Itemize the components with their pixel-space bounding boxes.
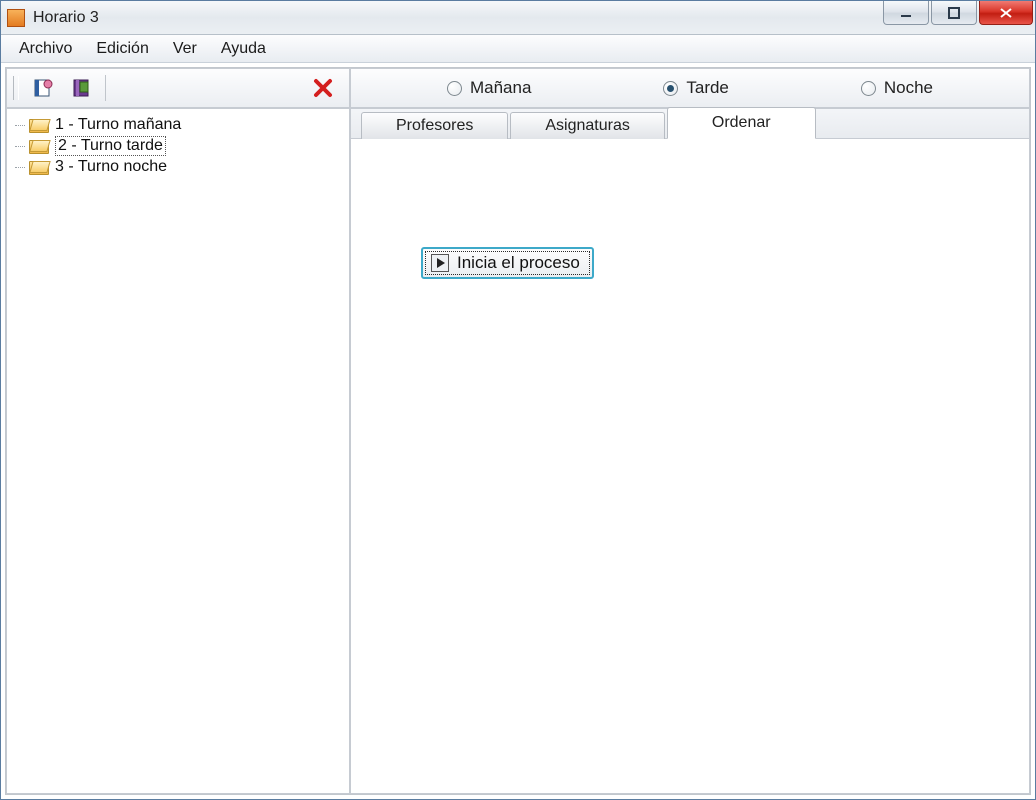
maximize-button[interactable] <box>931 1 977 25</box>
radio-dot-afternoon <box>663 81 678 96</box>
app-icon <box>7 9 25 27</box>
tree-item-3[interactable]: 3 - Turno noche <box>11 157 345 177</box>
body-row: 1 - Turno mañana 2 - Turno tarde 3 - Tur… <box>6 108 1030 794</box>
shift-radio-group: Mañana Tarde Noche <box>350 68 1030 108</box>
tab-order[interactable]: Ordenar <box>667 107 816 139</box>
tree-item-label: 3 - Turno noche <box>55 158 167 176</box>
maximize-icon <box>948 7 960 19</box>
radio-dot-night <box>861 81 876 96</box>
tree-item-1[interactable]: 1 - Turno mañana <box>11 115 345 135</box>
play-icon <box>431 254 449 272</box>
notebook-icon <box>33 77 55 99</box>
menubar: Archivo Edición Ver Ayuda <box>1 35 1035 63</box>
left-toolbar <box>6 68 350 108</box>
close-button[interactable] <box>979 1 1033 25</box>
close-icon <box>999 7 1013 19</box>
book-icon <box>71 77 93 99</box>
radio-afternoon-label: Tarde <box>686 78 729 98</box>
radio-dot-morning <box>447 81 462 96</box>
x-icon <box>313 78 333 98</box>
minimize-button[interactable] <box>883 1 929 25</box>
tab-body: Inicia el proceso <box>351 139 1029 793</box>
content-panel: Profesores Asignaturas Ordenar Inicia el… <box>350 108 1030 794</box>
client-area: Mañana Tarde Noche 1 - Turno mañana <box>5 67 1031 795</box>
radio-morning-label: Mañana <box>470 78 531 98</box>
radio-morning[interactable]: Mañana <box>447 78 531 98</box>
tree-item-label: 1 - Turno mañana <box>55 116 181 134</box>
start-process-label: Inicia el proceso <box>457 253 580 273</box>
upper-row: Mañana Tarde Noche <box>6 68 1030 108</box>
app-window: Horario 3 Archivo Edición Ver Ayuda <box>0 0 1036 800</box>
tree-panel: 1 - Turno mañana 2 - Turno tarde 3 - Tur… <box>6 108 350 794</box>
toolbar-grip <box>13 76 19 100</box>
tool-btn-2[interactable] <box>69 75 95 101</box>
menu-help[interactable]: Ayuda <box>209 38 278 60</box>
window-title: Horario 3 <box>33 9 883 27</box>
tree-item-label: 2 - Turno tarde <box>55 136 166 156</box>
tab-subjects[interactable]: Asignaturas <box>510 112 665 139</box>
tab-strip: Profesores Asignaturas Ordenar <box>351 109 1029 139</box>
delete-button[interactable] <box>303 78 343 98</box>
tree-item-2[interactable]: 2 - Turno tarde <box>11 135 345 157</box>
menu-edit[interactable]: Edición <box>84 38 160 60</box>
titlebar: Horario 3 <box>1 1 1035 35</box>
folder-icon <box>29 138 49 154</box>
toolbar-sep <box>105 75 106 101</box>
window-controls <box>883 1 1035 34</box>
radio-night-label: Noche <box>884 78 933 98</box>
menu-view[interactable]: Ver <box>161 38 209 60</box>
radio-afternoon[interactable]: Tarde <box>663 78 729 98</box>
start-process-button[interactable]: Inicia el proceso <box>421 247 594 279</box>
tab-teachers[interactable]: Profesores <box>361 112 508 139</box>
folder-icon <box>29 159 49 175</box>
folder-icon <box>29 117 49 133</box>
menu-file[interactable]: Archivo <box>7 38 84 60</box>
tool-btn-1[interactable] <box>31 75 57 101</box>
radio-night[interactable]: Noche <box>861 78 933 98</box>
minimize-icon <box>900 7 912 19</box>
